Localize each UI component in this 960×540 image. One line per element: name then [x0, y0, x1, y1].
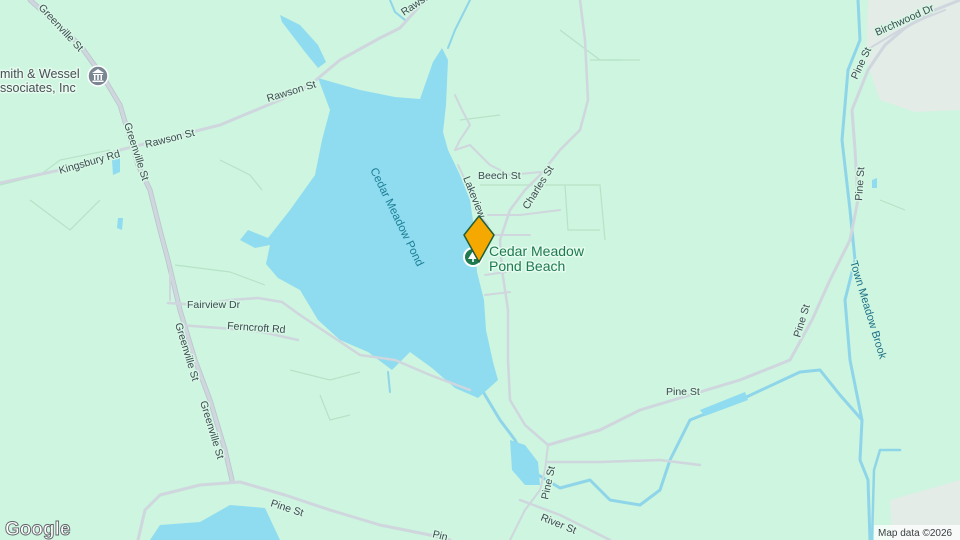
poi-label: mith & Wessel	[0, 67, 80, 81]
road-label: Fairview Dr	[187, 299, 241, 311]
road-label: Pine St	[666, 386, 700, 398]
map-canvas[interactable]: Greenville St Greenville St Greenville S…	[0, 0, 960, 540]
road-label: Beech St	[478, 170, 521, 182]
road-label: Pine St	[853, 167, 867, 202]
land-background	[0, 0, 960, 540]
place-label: Cedar Meadow	[489, 243, 585, 259]
building-icon	[87, 65, 109, 87]
attribution-text: Map data ©2026	[878, 528, 953, 539]
google-logo: Google	[5, 519, 71, 540]
place-label: Pond Beach	[489, 258, 565, 274]
attribution: Map data ©2026	[874, 525, 960, 540]
poi-label: ssociates, Inc	[0, 81, 76, 95]
small-pond	[117, 218, 123, 230]
google-logo-text: Google	[5, 519, 70, 540]
